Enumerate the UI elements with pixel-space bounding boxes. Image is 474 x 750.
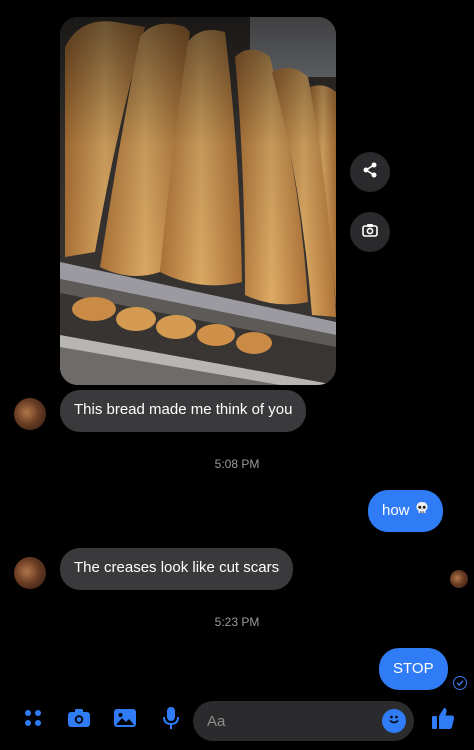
message-input-wrapper bbox=[193, 701, 414, 741]
smiley-icon bbox=[386, 711, 402, 732]
camera-button[interactable] bbox=[350, 212, 390, 252]
avatar[interactable] bbox=[14, 398, 46, 430]
sent-check-icon bbox=[453, 676, 467, 690]
timestamp: 5:08 PM bbox=[214, 457, 260, 471]
bread-image bbox=[60, 17, 336, 385]
gallery-button[interactable] bbox=[110, 705, 140, 735]
avatar[interactable] bbox=[14, 557, 46, 589]
outgoing-message[interactable]: how bbox=[368, 490, 443, 532]
timestamp: 5:23 PM bbox=[214, 615, 260, 629]
incoming-message[interactable]: This bread made me think of you bbox=[60, 390, 307, 432]
gallery-icon bbox=[113, 707, 137, 734]
message-text: how bbox=[382, 502, 410, 519]
camera-icon bbox=[361, 221, 379, 244]
composer-bar bbox=[0, 695, 474, 750]
thumbs-up-icon bbox=[430, 705, 456, 736]
share-icon bbox=[361, 161, 379, 184]
apps-icon bbox=[23, 708, 43, 733]
mic-icon bbox=[162, 706, 180, 735]
message-text: STOP bbox=[393, 660, 434, 677]
message-text: The creases look like cut scars bbox=[74, 559, 280, 576]
emoji-button[interactable] bbox=[382, 709, 406, 733]
outgoing-message[interactable]: STOP bbox=[379, 648, 448, 690]
mic-button[interactable] bbox=[156, 705, 186, 735]
like-button[interactable] bbox=[428, 705, 458, 735]
camera-icon bbox=[67, 707, 91, 734]
shared-photo[interactable] bbox=[60, 17, 336, 385]
incoming-message[interactable]: The creases look like cut scars bbox=[60, 548, 294, 590]
share-button[interactable] bbox=[350, 152, 390, 192]
apps-button[interactable] bbox=[18, 705, 48, 735]
message-text: This bread made me think of you bbox=[74, 401, 293, 418]
skull-icon bbox=[415, 501, 429, 521]
message-input[interactable] bbox=[207, 712, 357, 730]
read-receipt-avatar bbox=[450, 570, 468, 588]
camera-button[interactable] bbox=[64, 705, 94, 735]
